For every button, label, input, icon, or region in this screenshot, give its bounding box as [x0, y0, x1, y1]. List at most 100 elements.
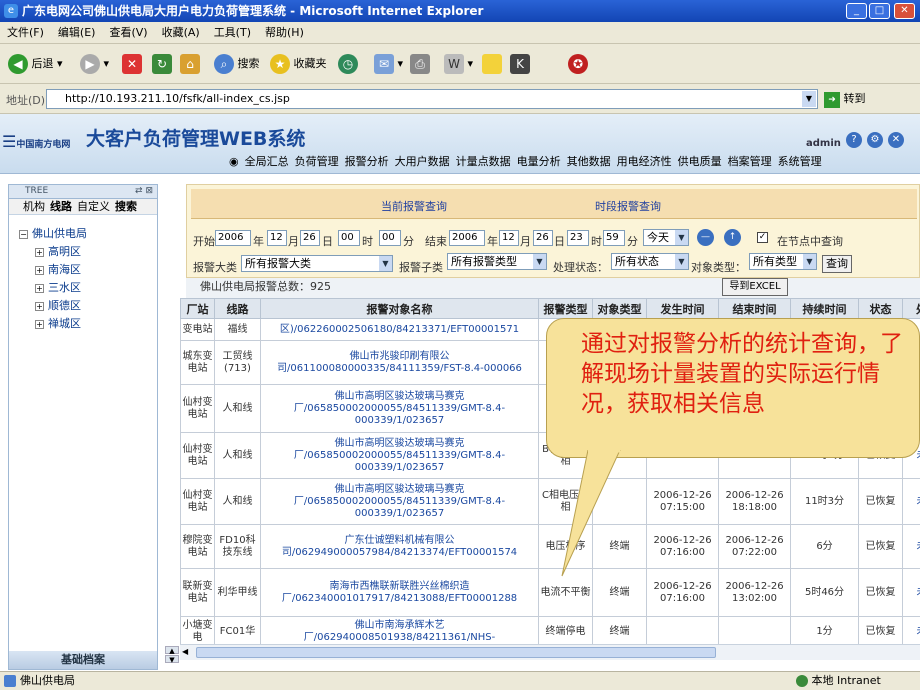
cell-action[interactable]: 未 — [902, 478, 920, 525]
emblem-button[interactable]: ✪ — [568, 52, 588, 76]
search-submit-button[interactable]: 查询 — [822, 255, 852, 273]
minimize-icon[interactable]: _ — [846, 3, 867, 19]
cell-object-name[interactable]: 区)/062260002506180/84213371/EFT00001571 — [260, 318, 539, 341]
col-station[interactable]: 厂站 — [180, 298, 215, 319]
end-day-input[interactable]: 26 — [533, 230, 553, 246]
alarm-major-select[interactable]: 所有报警大类 — [241, 255, 393, 272]
cell-object-name[interactable]: 佛山市兆骏印刷有限公司/061100080000335/84111359/FST… — [260, 340, 539, 385]
nav-other[interactable]: 其他数据 — [564, 152, 614, 172]
menu-edit[interactable]: 编辑(E) — [51, 22, 103, 44]
expand-icon[interactable]: + — [35, 283, 44, 293]
horizontal-scrollbar[interactable]: ◀ — [180, 644, 920, 660]
expand-icon[interactable]: + — [35, 301, 44, 311]
end-year-input[interactable]: 2006 — [449, 230, 485, 246]
cell-action[interactable]: 未 — [902, 524, 920, 569]
prev-day-icon[interactable]: — — [697, 229, 714, 246]
nav-big-user[interactable]: 大用户数据 — [392, 152, 453, 172]
base-archive-button[interactable]: 基础档案 — [9, 651, 157, 669]
messenger-button[interactable]: K — [510, 52, 530, 76]
col-object-name[interactable]: 报警对象名称 — [260, 298, 539, 319]
start-hour-input[interactable]: 00 — [338, 230, 360, 246]
go-button[interactable]: ➜ 转到 — [824, 90, 866, 108]
print-button[interactable]: ⎙ — [410, 52, 430, 76]
nav-archive[interactable]: 档案管理 — [725, 152, 775, 172]
search-button[interactable]: ⌕ 搜索 — [214, 52, 260, 76]
alarm-minor-select[interactable]: 所有报警类型 — [447, 253, 547, 270]
start-year-input[interactable]: 2006 — [215, 230, 251, 246]
menu-tools[interactable]: 工具(T) — [207, 22, 258, 44]
tree-tab-custom[interactable]: 自定义 — [77, 199, 110, 215]
col-duration[interactable]: 持续时间 — [790, 298, 859, 319]
tree-tab-org[interactable]: 机构 — [23, 199, 45, 215]
col-line[interactable]: 线路 — [214, 298, 261, 319]
export-excel-button[interactable]: 导到EXCEL — [722, 278, 788, 296]
scroll-left-icon[interactable]: ◀ — [182, 647, 188, 656]
nav-economy[interactable]: 用电经济性 — [614, 152, 675, 172]
favorites-button[interactable]: ★ 收藏夹 — [270, 52, 327, 76]
tree-tab-search[interactable]: 搜索 — [115, 199, 137, 215]
table-row[interactable]: 联新变电站 利华甲线 南海市西樵联新联胜兴丝棉织造厂/062340001017917… — [180, 568, 920, 617]
close-icon[interactable]: ✕ — [894, 3, 915, 19]
tab-period-alarm[interactable]: 时段报警查询 — [595, 198, 661, 214]
status-select[interactable]: 所有状态 — [611, 253, 689, 270]
menu-view[interactable]: 查看(V) — [102, 22, 154, 44]
table-row[interactable]: 小塘变电 FC01华 佛山市南海承辉木艺厂/062940008501938/8421… — [180, 616, 920, 644]
col-alarm-type[interactable]: 报警类型 — [538, 298, 593, 319]
address-dropdown-icon[interactable]: ▼ — [802, 91, 816, 107]
start-month-input[interactable]: 12 — [267, 230, 287, 246]
expand-icon[interactable]: + — [35, 319, 44, 329]
cell-object-name[interactable]: 佛山市高明区骏达玻璃马赛克厂/065850002000055/84511339/… — [260, 384, 539, 433]
end-hour-input[interactable]: 23 — [567, 230, 589, 246]
address-input[interactable]: http://10.193.211.10/fsfk/all-index_cs.j… — [46, 89, 818, 109]
cell-object-name[interactable]: 佛山市高明区骏达玻璃马赛克厂/065850002000055/84511339/… — [260, 478, 539, 525]
object-select[interactable]: 所有类型 — [749, 253, 817, 270]
table-row[interactable]: 穆院变电站 FD10科技东线 广东仕诚塑料机械有限公司/06294900005798… — [180, 524, 920, 569]
nav-alarm[interactable]: 报警分析 — [342, 152, 392, 172]
history-button[interactable]: ◷ — [338, 52, 358, 76]
tree-node-sanshui[interactable]: + 三水区 — [35, 279, 81, 296]
tab-current-alarm[interactable]: 当前报警查询 — [381, 198, 447, 214]
menu-file[interactable]: 文件(F) — [0, 22, 51, 44]
period-select[interactable]: 今天 — [643, 229, 689, 246]
back-button[interactable]: ◀ 后退 ▾ — [8, 52, 63, 76]
col-object-type[interactable]: 对象类型 — [592, 298, 647, 319]
refresh-button[interactable]: ↻ — [152, 52, 172, 76]
col-end-time[interactable]: 结束时间 — [718, 298, 791, 319]
nav-quality[interactable]: 供电质量 — [675, 152, 725, 172]
node-query-checkbox[interactable]: ✓ — [757, 232, 768, 243]
scroll-up-icon[interactable]: ▲ — [165, 646, 179, 655]
edit-button[interactable]: W ▾ — [444, 52, 473, 76]
end-month-input[interactable]: 12 — [499, 230, 519, 246]
cell-action[interactable]: 未 — [902, 568, 920, 617]
cell-object-name[interactable]: 佛山市高明区骏达玻璃马赛克厂/065850002000055/84511339/… — [260, 432, 539, 479]
col-status[interactable]: 状态 — [858, 298, 903, 319]
nav-load[interactable]: 负荷管理 — [292, 152, 342, 172]
logout-icon[interactable]: ✕ — [888, 132, 904, 148]
col-start-time[interactable]: 发生时间 — [646, 298, 719, 319]
scroll-thumb[interactable] — [196, 647, 716, 658]
end-minute-input[interactable]: 59 — [603, 230, 625, 246]
nav-summary[interactable]: 全局汇总 — [242, 152, 292, 172]
next-day-icon[interactable]: ↑ — [724, 229, 741, 246]
cell-object-name[interactable]: 佛山市南海承辉木艺厂/062940008501938/84211361/NHS- — [260, 616, 539, 644]
expand-icon[interactable]: + — [35, 247, 44, 257]
maximize-icon[interactable]: □ — [869, 3, 890, 19]
cell-object-name[interactable]: 广东仕诚塑料机械有限公司/062949000057984/84213374/EF… — [260, 524, 539, 569]
help-icon[interactable]: ? — [846, 132, 862, 148]
stop-button[interactable]: ✕ — [122, 52, 142, 76]
cell-object-name[interactable]: 南海市西樵联新联胜兴丝棉织造厂/062340001017917/84213088… — [260, 568, 539, 617]
settings-icon[interactable]: ⚙ — [867, 132, 883, 148]
note-button[interactable] — [482, 52, 502, 76]
start-minute-input[interactable]: 00 — [379, 230, 401, 246]
tree-node-shunde[interactable]: + 顺德区 — [35, 297, 81, 314]
forward-button[interactable]: ▶ ▾ — [80, 52, 109, 76]
menu-help[interactable]: 帮助(H) — [258, 22, 311, 44]
cell-action[interactable]: 未 — [902, 616, 920, 644]
nav-system[interactable]: 系统管理 — [775, 152, 825, 172]
tree-root[interactable]: − 佛山供电局 — [19, 225, 87, 242]
tree-refresh-icon[interactable]: ⇄ ⊠ — [135, 185, 153, 198]
tree-node-nanhai[interactable]: + 南海区 — [35, 261, 81, 278]
start-day-input[interactable]: 26 — [300, 230, 320, 246]
nav-metering[interactable]: 计量点数据 — [453, 152, 514, 172]
col-action[interactable]: 处 — [902, 298, 920, 319]
